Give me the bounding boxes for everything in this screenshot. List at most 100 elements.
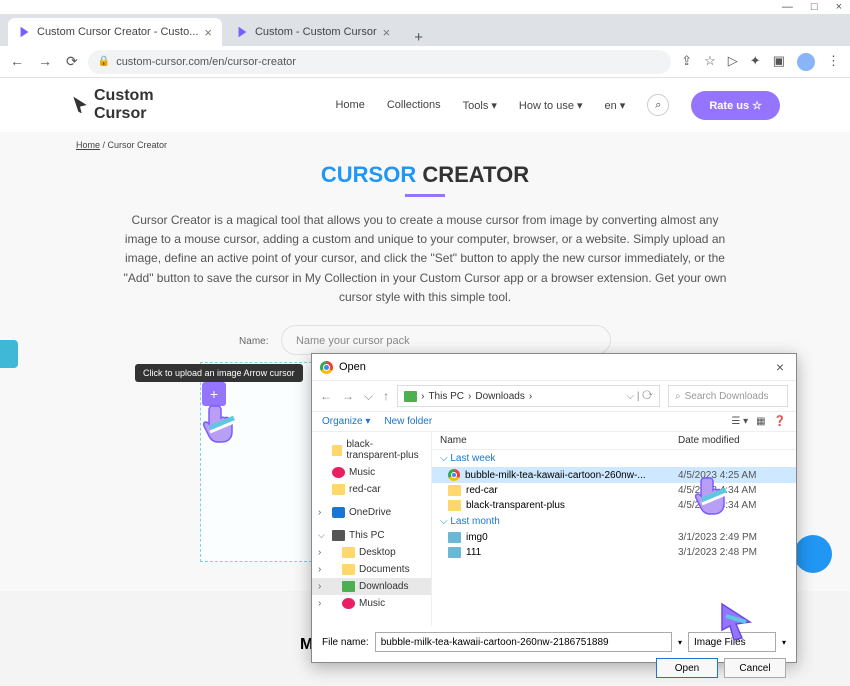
bookmark-icon[interactable]: ☆	[704, 53, 716, 71]
folder-tree: black-transparent-plus Music red-car OneDri…	[312, 432, 432, 626]
chrome-icon	[320, 361, 333, 374]
file-row[interactable]: 1113/1/2023 2:48 PM	[432, 545, 796, 560]
lock-icon: 🔒	[98, 56, 110, 67]
tree-item[interactable]: Desktop	[312, 544, 431, 561]
folder-icon	[342, 547, 355, 558]
profile-avatar[interactable]	[797, 53, 815, 71]
nav-home[interactable]: Home	[335, 99, 364, 111]
favicon-icon	[18, 26, 31, 39]
col-name[interactable]: Name	[440, 435, 678, 446]
tree-label: Downloads	[359, 581, 408, 592]
tab-close-icon[interactable]: ×	[204, 25, 212, 40]
new-folder-button[interactable]: New folder	[384, 416, 432, 427]
tree-item[interactable]: red-car	[312, 481, 431, 498]
tree-item[interactable]: Music	[312, 464, 431, 481]
breadcrumb-home[interactable]: Home	[76, 140, 100, 150]
tree-item[interactable]: OneDrive	[312, 504, 431, 521]
folder-icon	[342, 564, 355, 575]
nav-howto[interactable]: How to use ▾	[519, 99, 583, 112]
window-maximize[interactable]: □	[811, 1, 818, 13]
search-button[interactable]: ⌕	[647, 94, 669, 116]
nav-back-icon[interactable]: ←	[320, 389, 332, 404]
folder-icon	[448, 500, 461, 511]
file-open-dialog: Open × ← → ⌵ ↑ › This PC › Downloads › ⌵…	[311, 353, 797, 663]
cancel-button[interactable]: Cancel	[724, 658, 786, 678]
filename-input[interactable]: bubble-milk-tea-kawaii-cartoon-260nw-218…	[375, 632, 672, 652]
browser-tab-active[interactable]: Custom Cursor Creator - Custo... ×	[8, 18, 222, 46]
nav-collections[interactable]: Collections	[387, 99, 441, 111]
window-minimize[interactable]: —	[782, 1, 793, 13]
file-name: red-car	[466, 485, 498, 496]
browser-tab-inactive[interactable]: Custom - Custom Cursor ×	[226, 18, 400, 46]
tree-item[interactable]: Music	[312, 595, 431, 612]
help-icon[interactable]: ❓	[774, 416, 786, 427]
nav-recent-icon[interactable]: ⌵	[364, 389, 373, 404]
file-group[interactable]: ⌵ Last month	[432, 513, 796, 530]
nav-tools[interactable]: Tools ▾	[463, 99, 497, 112]
ext-cursor-icon[interactable]: ▷	[728, 53, 738, 71]
view-mode-icon[interactable]: ☰ ▾	[731, 416, 748, 427]
title-underline	[405, 194, 445, 197]
download-fab[interactable]	[794, 535, 832, 573]
dialog-close-button[interactable]: ×	[772, 359, 788, 375]
tree-item[interactable]: This PC	[312, 527, 431, 544]
tree-label: Documents	[359, 564, 410, 575]
tab-title: Custom - Custom Cursor	[255, 26, 377, 38]
file-group[interactable]: ⌵ Last week	[432, 450, 796, 467]
file-date: 4/5/2023 4:34 AM	[678, 485, 788, 496]
side-tab[interactable]	[0, 340, 18, 368]
extensions-icon[interactable]: ✦	[750, 53, 761, 71]
search-icon: ⌕	[675, 391, 681, 402]
file-row[interactable]: img0 3/1/2023 2:49 PM	[432, 530, 796, 545]
pc-icon	[332, 530, 345, 541]
reload-button[interactable]: ⟳	[66, 53, 78, 70]
window-close[interactable]: ×	[836, 1, 842, 13]
img-icon	[448, 532, 461, 543]
tree-item[interactable]: Documents	[312, 561, 431, 578]
file-date: 3/1/2023 2:48 PM	[678, 547, 788, 558]
upload-plus-icon[interactable]: +	[202, 382, 226, 406]
tree-label: OneDrive	[349, 507, 391, 518]
open-button[interactable]: Open	[656, 658, 718, 678]
tree-label: black-transparent-plus	[346, 439, 425, 461]
share-icon[interactable]: ⇪	[681, 53, 692, 71]
file-name: img0	[466, 532, 488, 543]
forward-button[interactable]: →	[38, 53, 52, 70]
new-tab-button[interactable]: +	[404, 29, 433, 46]
back-button[interactable]: ←	[10, 53, 24, 70]
address-bar[interactable]: 🔒 custom-cursor.com/en/cursor-creator	[88, 50, 672, 74]
path-bar[interactable]: › This PC › Downloads › ⌵ | ⟳	[397, 385, 660, 407]
tree-item[interactable]: black-transparent-plus	[312, 436, 431, 464]
rate-us-button[interactable]: Rate us ☆	[691, 91, 780, 120]
chrome-icon	[448, 469, 460, 481]
folder-icon	[448, 485, 461, 496]
col-date[interactable]: Date modified	[678, 435, 788, 446]
file-date: 3/1/2023 2:49 PM	[678, 532, 788, 543]
tree-label: Music	[359, 598, 385, 609]
url-text: custom-cursor.com/en/cursor-creator	[116, 56, 296, 68]
tree-label: This PC	[349, 530, 385, 541]
tree-label: red-car	[349, 484, 381, 495]
tab-close-icon[interactable]: ×	[383, 25, 391, 40]
filename-label: File name:	[322, 637, 369, 648]
nav-lang[interactable]: en ▾	[605, 99, 626, 112]
dl-icon	[342, 581, 355, 592]
site-logo[interactable]: CustomCursor	[70, 87, 154, 123]
incognito-icon[interactable]: ▣	[773, 53, 785, 71]
dialog-search-input[interactable]: ⌕ Search Downloads	[668, 385, 788, 407]
filetype-select[interactable]: Image Files	[688, 632, 776, 652]
menu-icon[interactable]: ⋮	[827, 53, 840, 71]
music-icon	[332, 467, 345, 478]
file-row[interactable]: bubble-milk-tea-kawaii-cartoon-260nw-...…	[432, 467, 796, 483]
img-icon	[448, 547, 461, 558]
name-input[interactable]: Name your cursor pack	[281, 325, 611, 355]
file-row[interactable]: black-transparent-plus4/5/2023 4:34 AM	[432, 498, 796, 513]
nav-forward-icon[interactable]: →	[342, 389, 354, 404]
dialog-title: Open	[339, 361, 366, 373]
upload-tooltip: Click to upload an image Arrow cursor	[135, 364, 303, 382]
preview-icon[interactable]: ▦	[756, 416, 765, 427]
organize-menu[interactable]: Organize ▾	[322, 416, 370, 427]
tree-item[interactable]: Downloads	[312, 578, 431, 595]
nav-up-icon[interactable]: ↑	[383, 389, 389, 404]
file-row[interactable]: red-car 4/5/2023 4:34 AM	[432, 483, 796, 498]
